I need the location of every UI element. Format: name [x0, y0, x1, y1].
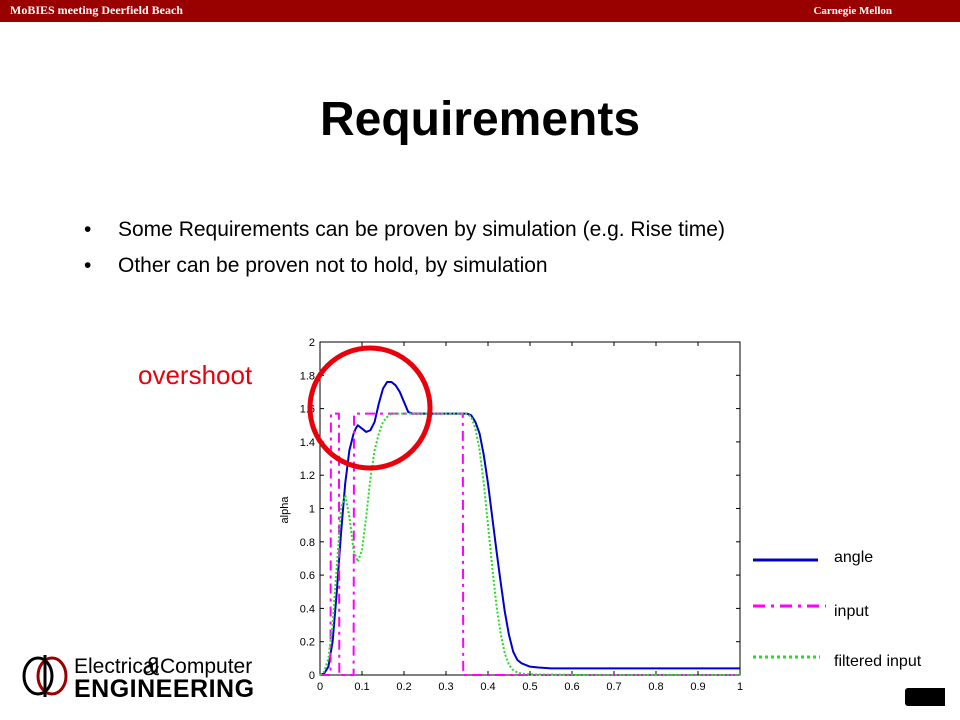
series-line-angle	[319, 380, 740, 676]
x-tick-label: 0.3	[438, 681, 453, 693]
x-tick-label: 0.2	[396, 681, 411, 693]
x-tick-label: 0.1	[354, 681, 369, 693]
chart: 0 0.1 0.2 0.3 0.4 0.5 0.6 0.7 0.8 0.9 1 0 0.2 0.4 0.6…	[22, 337, 922, 703]
x-tick-label: 0.9	[690, 681, 705, 693]
y-tick-label: 0.8	[300, 537, 315, 549]
y-tick-label: 0.6	[300, 570, 315, 582]
series-line-filtered-input	[319, 412, 740, 676]
y-axis-ticks: 00.20.40.60.811.21.41.61.82	[300, 337, 740, 682]
slide-nav-button[interactable]	[905, 688, 945, 706]
y-axis-label: alpha	[279, 496, 291, 524]
y-tick-label: 0.4	[300, 603, 315, 615]
overshoot-highlight-circle	[307, 345, 433, 471]
y-tick-label: 1.2	[300, 470, 315, 482]
y-tick-label: 0	[309, 670, 315, 682]
y-tick-label: 2	[309, 337, 315, 349]
series-line-input	[320, 412, 740, 676]
legend-label-input: input	[834, 603, 869, 620]
series-lines	[319, 380, 740, 676]
y-tick-label: 1.8	[300, 370, 315, 382]
ece-logo: Electrical & Computer ENGINEERING	[22, 651, 255, 703]
logo-engineering: ENGINEERING	[74, 675, 255, 703]
ece-logo-mark-icon	[22, 655, 68, 697]
legend-label-angle: angle	[834, 549, 873, 566]
x-tick-label: 0	[317, 681, 323, 693]
legend-label-filtered: filtered input	[834, 653, 922, 670]
x-tick-label: 0.4	[480, 681, 495, 693]
x-tick-label: 0.5	[522, 681, 537, 693]
x-tick-label: 0.7	[606, 681, 621, 693]
x-tick-label: 0.6	[564, 681, 579, 693]
y-tick-label: 1	[309, 504, 315, 516]
y-tick-label: 0.2	[300, 637, 315, 649]
y-tick-label: 1.4	[300, 437, 315, 449]
x-tick-label: 0.8	[648, 681, 663, 693]
legend: angle input filtered input	[753, 549, 922, 670]
x-tick-label: 1	[737, 681, 743, 693]
